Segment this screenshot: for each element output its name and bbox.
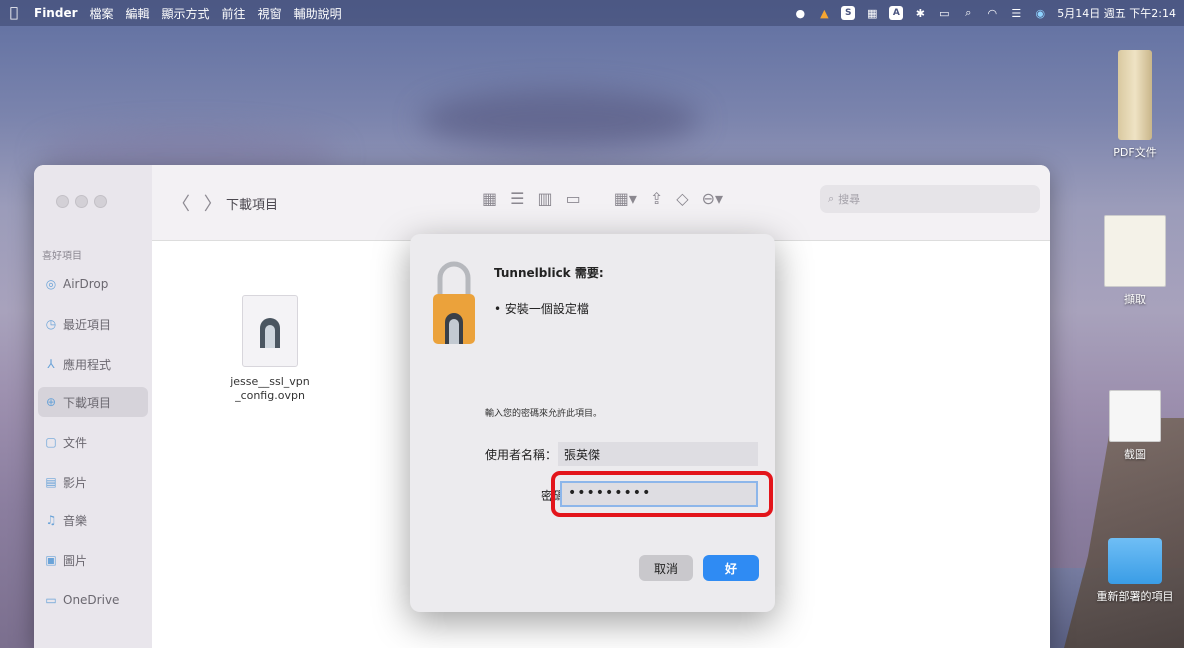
siri-icon[interactable]: ◉ [1033,6,1047,20]
back-icon[interactable]: 〈 [172,194,190,215]
sidebar-item-label: 最近項目 [63,317,112,332]
menu-go[interactable]: 前往 [216,5,252,22]
dialog-title: Tunnelblick 需要: [494,266,604,280]
ovpn-file-icon [242,295,298,367]
window-title: 下載項目 [226,198,279,213]
folder-icon [1108,538,1162,584]
image-file-icon [1104,215,1166,287]
zoom-button[interactable] [94,195,107,208]
sidebar-item-label: 圖片 [63,553,88,568]
clock-icon: ◷ [45,317,57,331]
folder-icon: ▭ [45,593,57,607]
menu-view[interactable]: 顯示方式 [156,5,216,22]
apple-icon[interactable]:  [0,5,28,21]
desktop-icon-pdf[interactable]: PDF文件 [1090,50,1180,160]
view-controls: ▦ ☰ ▥ ▭ ▦▾ ⇪ ◇ ⊖▾ [482,189,723,208]
highlight-box [551,471,773,517]
a-icon[interactable]: A [889,6,904,20]
username-field[interactable]: 張英傑 [558,442,758,466]
sidebar-item-pictures[interactable]: ▣ 圖片 [38,545,148,575]
forward-icon[interactable]: 〉 [204,194,222,215]
tag-icon[interactable]: ◇ [676,189,688,208]
desktop-icon-capture[interactable]: 擷取 [1090,215,1180,307]
close-button[interactable] [56,195,69,208]
sidebar-item-label: 音樂 [63,513,88,528]
movie-icon: ▤ [45,475,57,489]
sidebar-heading: 喜好項目 [42,251,82,262]
search-placeholder: 搜尋 [838,193,861,206]
menu-bar:  Finder 檔案 編輯 顯示方式 前往 視窗 輔助說明 ● ▲ S ▦ A… [0,0,1184,26]
cancel-button[interactable]: 取消 [639,555,693,581]
sidebar-item-label: OneDrive [63,593,120,607]
menu-clock[interactable]: 5月14日 週五 下午2:14 [1057,5,1176,21]
sidebar-item-documents[interactable]: ▢ 文件 [38,427,148,457]
airdrop-icon: ◎ [45,277,57,291]
nav-buttons: 〈 〉 [172,190,222,216]
finder-toolbar: 〈 〉 下載項目 ▦ ☰ ▥ ▭ ▦▾ ⇪ ◇ ⊖▾ ⌕ 搜尋 [152,165,1050,241]
folder-icon [1118,50,1152,140]
sidebar-item-recents[interactable]: ◷ 最近項目 [38,309,148,339]
wifi-icon[interactable]: ◠ [985,6,999,20]
dialog-prompt: 輸入您的密碼來允許此項目。 [485,409,603,419]
desktop-icon-label: 擷取 [1124,293,1146,306]
username-label: 使用者名稱： [485,448,558,462]
document-icon: ▢ [45,435,57,449]
menu-file[interactable]: 檔案 [84,5,120,22]
menu-finder[interactable]: Finder [28,6,84,20]
search-icon: ⌕ [828,192,835,205]
wallpaper-cloud [420,90,700,150]
icon-view-icon[interactable]: ▦ [482,189,497,208]
share-icon[interactable]: ⇪ [650,189,663,208]
ok-button[interactable]: 好 [703,555,759,581]
sidebar-item-label: 下載項目 [63,395,112,410]
vlc-icon[interactable]: ▲ [817,6,831,20]
group-icon[interactable]: ▦▾ [614,189,637,208]
file-item[interactable]: jesse__ssl_vpn_config.ovpn [222,295,318,403]
sidebar-item-label: 文件 [63,435,88,450]
apps-icon: ⅄ [47,357,55,371]
finder-sidebar: 喜好項目 ◎ AirDrop ◷ 最近項目 ⅄ 應用程式 ⊕ 下載項目 ▢ 文件 ▤ 影片 … [34,165,152,648]
picture-icon: ▣ [45,553,57,567]
sidebar-item-applications[interactable]: ⅄ 應用程式 [38,349,148,379]
file-name: jesse__ssl_vpn_config.ovpn [230,375,310,402]
messages-icon[interactable]: ● [793,6,807,20]
grid-icon[interactable]: ▦ [865,6,879,20]
desktop-icon-relocated[interactable]: 重新部署的項目 [1090,538,1180,604]
bluetooth-icon[interactable]: ✱ [913,6,927,20]
desktop-icon-label: PDF文件 [1113,146,1157,159]
search-icon[interactable]: ⌕ [961,6,975,20]
music-icon: ♫ [45,513,57,527]
desktop-icon-label: 重新部署的項目 [1096,590,1174,603]
sidebar-item-downloads[interactable]: ⊕ 下載項目 [38,387,148,417]
control-center-icon[interactable]: ☰ [1009,6,1023,20]
more-icon[interactable]: ⊖▾ [702,189,723,208]
minimize-button[interactable] [75,195,88,208]
s-icon[interactable]: S [841,6,856,20]
dialog-bullet: • 安裝一個設定檔 [494,302,589,316]
lock-icon [432,260,476,350]
image-file-icon [1109,390,1161,442]
menu-window[interactable]: 視窗 [252,5,288,22]
column-view-icon[interactable]: ▥ [537,189,552,208]
menu-help[interactable]: 輔助說明 [288,5,348,22]
search-field[interactable]: ⌕ 搜尋 [820,185,1040,213]
sidebar-item-label: 應用程式 [63,357,112,372]
sidebar-item-onedrive[interactable]: ▭ OneDrive [38,585,148,615]
sidebar-item-label: 影片 [63,475,88,490]
sidebar-item-label: AirDrop [63,277,109,291]
desktop-icon-label: 截圖 [1124,448,1146,461]
list-view-icon[interactable]: ☰ [510,189,524,208]
desktop-icon-screenshot[interactable]: 截圖 [1090,390,1180,462]
auth-dialog: Tunnelblick 需要: • 安裝一個設定檔 輸入您的密碼來允許此項目。 … [410,234,775,612]
window-controls [56,195,107,208]
sidebar-item-music[interactable]: ♫ 音樂 [38,505,148,535]
download-icon: ⊕ [45,395,57,409]
sidebar-item-movies[interactable]: ▤ 影片 [38,467,148,497]
menu-edit[interactable]: 編輯 [120,5,156,22]
battery-icon[interactable]: ▭ [937,6,951,20]
sidebar-item-airdrop[interactable]: ◎ AirDrop [38,269,148,299]
gallery-view-icon[interactable]: ▭ [566,189,581,208]
